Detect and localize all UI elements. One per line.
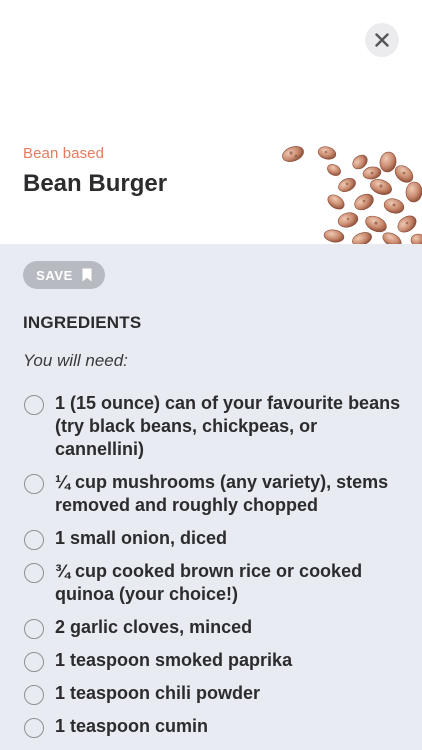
ingredient-text: ¾ cup cooked brown rice or cooked quinoa… — [55, 561, 363, 604]
ingredient-item[interactable]: 2 garlic cloves, minced — [23, 616, 403, 639]
ingredient-text: 1 teaspoon smoked paprika — [55, 650, 293, 670]
close-button[interactable] — [365, 23, 399, 57]
bookmark-icon — [82, 268, 92, 282]
ingredients-heading: INGREDIENTS — [23, 313, 142, 332]
checkbox-circle-icon[interactable] — [24, 685, 44, 705]
beans-illustration — [276, 140, 422, 244]
ingredient-text: 2 garlic cloves, minced — [55, 617, 253, 637]
ingredient-item[interactable]: ¼ cup mushrooms (any variety), stems rem… — [23, 471, 403, 517]
recipe-title: Bean Burger — [23, 170, 168, 197]
ingredients-intro: You will need: — [23, 351, 128, 370]
checkbox-circle-icon[interactable] — [24, 652, 44, 672]
ingredient-item[interactable]: 1 small onion, diced — [23, 527, 403, 550]
ingredient-item[interactable]: 1 (15 ounce) can of your favourite beans… — [23, 392, 403, 461]
ingredient-item[interactable]: 1 teaspoon smoked paprika — [23, 649, 403, 672]
checkbox-circle-icon[interactable] — [24, 619, 44, 639]
ingredient-text: ¼ cup mushrooms (any variety), stems rem… — [55, 472, 389, 515]
checkbox-circle-icon[interactable] — [24, 395, 44, 415]
recipe-header: Bean based Bean Burger — [0, 0, 422, 244]
ingredient-text: 1 teaspoon chili powder — [55, 683, 261, 703]
save-button-label: SAVE — [36, 267, 73, 283]
checkbox-circle-icon[interactable] — [24, 474, 44, 494]
save-button[interactable]: SAVE — [23, 261, 105, 289]
checkbox-circle-icon[interactable] — [24, 563, 44, 583]
recipe-screen: Bean based Bean Burger SAVE INGREDIENTS … — [0, 0, 422, 750]
recipe-body: SAVE INGREDIENTS You will need: 1 (15 ou… — [0, 244, 422, 750]
ingredient-text: 1 small onion, diced — [55, 528, 228, 548]
close-icon — [375, 33, 389, 47]
ingredient-item[interactable]: 1 teaspoon chili powder — [23, 682, 403, 705]
recipe-category: Bean based — [23, 145, 105, 162]
checkbox-circle-icon[interactable] — [24, 718, 44, 738]
checkbox-circle-icon[interactable] — [24, 530, 44, 550]
ingredient-text: 1 teaspoon cumin — [55, 716, 209, 736]
ingredient-item[interactable]: ¾ cup cooked brown rice or cooked quinoa… — [23, 560, 403, 606]
ingredient-item[interactable]: 1 teaspoon cumin — [23, 715, 403, 738]
ingredients-list: 1 (15 ounce) can of your favourite beans… — [23, 392, 403, 748]
ingredient-text: 1 (15 ounce) can of your favourite beans… — [55, 393, 401, 459]
